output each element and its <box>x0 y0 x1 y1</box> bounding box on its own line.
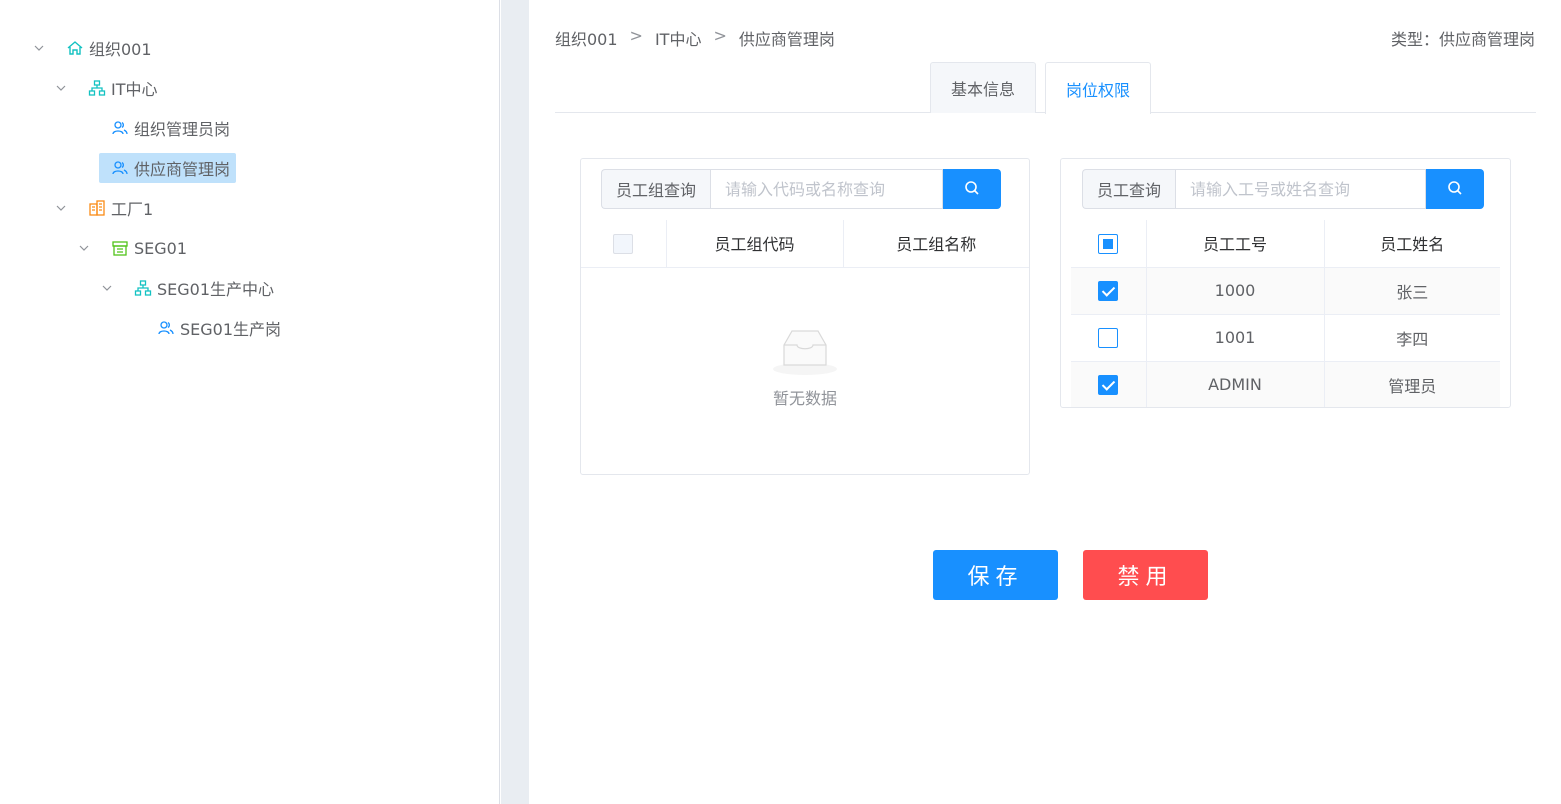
main-panel: 组织001 > IT中心 > 供应商管理岗 类型：供应商管理岗 基本信息 岗位权… <box>529 0 1561 804</box>
tree-node-seg01-production-post[interactable]: SEG01生产岗 <box>157 313 281 343</box>
chevron-down-icon[interactable] <box>100 281 114 295</box>
tree-node-label: SEG01生产岗 <box>180 320 282 339</box>
user-group-icon <box>111 159 129 177</box>
employee-search-button[interactable] <box>1426 169 1485 209</box>
tree-node-label: IT中心 <box>111 80 158 99</box>
employee-table: 员工工号 员工姓名 1000 张三 1001 李四 ADMIN 管理员 <box>1071 220 1500 407</box>
table-header-row: 员工工号 员工姓名 <box>1071 220 1500 268</box>
employee-id-cell: ADMIN <box>1146 361 1325 407</box>
tab-basic-info[interactable]: 基本信息 <box>930 62 1037 113</box>
column-header[interactable]: 员工工号 <box>1146 220 1325 268</box>
tree-node-seg01[interactable]: SEG01 <box>77 233 187 263</box>
post-type-label: 类型：供应商管理岗 <box>1390 30 1535 49</box>
save-button[interactable]: 保存 <box>933 550 1058 600</box>
tree-node-label: SEG01 <box>134 238 188 258</box>
breadcrumb-item[interactable]: 组织001 <box>555 26 618 50</box>
table-row[interactable]: ADMIN 管理员 <box>1071 361 1500 407</box>
tree-node-label: 工厂1 <box>111 200 154 219</box>
employee-group-panel: 员工组查询 员工组代码 员工组名称 暂无数据 <box>580 158 1030 475</box>
column-header[interactable]: 员工组名称 <box>843 220 1029 268</box>
row-checkbox[interactable] <box>1098 374 1119 395</box>
tree-node-label: 组织001 <box>89 40 152 59</box>
tab-bar: 基本信息 岗位权限 <box>555 62 1536 114</box>
chevron-down-icon[interactable] <box>32 41 46 55</box>
table-header-row: 员工组代码 员工组名称 <box>581 220 1029 268</box>
tree-node-org001[interactable]: 组织001 <box>32 33 152 63</box>
breadcrumb-item[interactable]: IT中心 <box>655 26 702 50</box>
row-select-cell <box>1071 314 1147 362</box>
breadcrumb-item: 供应商管理岗 <box>738 30 835 49</box>
employee-panel: 员工查询 员工工号 员工姓名 1000 张三 1001 李四 <box>1060 158 1511 408</box>
empty-inbox-icon <box>770 330 840 381</box>
search-prepend-label: 员工组查询 <box>601 169 711 209</box>
breadcrumb-separator: > <box>713 26 727 45</box>
select-all-cell <box>581 220 667 268</box>
user-group-icon <box>111 119 129 137</box>
factory-icon <box>88 199 106 217</box>
chevron-down-icon[interactable] <box>54 201 68 215</box>
employee-name-cell: 李四 <box>1324 314 1500 362</box>
select-all-checkbox <box>613 233 634 254</box>
employee-search: 员工查询 <box>1082 169 1485 209</box>
tree-node-label: SEG01生产中心 <box>157 280 275 299</box>
employee-id-cell: 1000 <box>1146 267 1325 315</box>
breadcrumb: 组织001 > IT中心 > 供应商管理岗 <box>555 26 835 50</box>
row-select-cell <box>1071 267 1147 315</box>
employee-name-cell: 管理员 <box>1324 361 1500 407</box>
column-header[interactable]: 员工组代码 <box>666 220 844 268</box>
row-select-cell <box>1071 361 1147 407</box>
select-all-checkbox[interactable] <box>1098 233 1119 254</box>
org-tree-panel: 组织001 IT中心 组织管理员岗 供应商管理岗 工厂1 SEG01 SEG01… <box>0 0 500 804</box>
chevron-down-icon[interactable] <box>54 81 68 95</box>
tree-node-supplier-post[interactable]: 供应商管理岗 <box>99 153 237 183</box>
search-prepend-label: 员工查询 <box>1082 169 1176 209</box>
table-row[interactable]: 1001 李四 <box>1071 314 1500 362</box>
search-icon <box>1447 180 1463 199</box>
breadcrumb-separator: > <box>629 26 643 45</box>
tab-post-permissions[interactable]: 岗位权限 <box>1045 62 1152 114</box>
select-all-cell <box>1071 220 1147 268</box>
user-group-icon <box>157 319 175 337</box>
tree-node-label: 组织管理员岗 <box>134 120 231 139</box>
employee-search-input[interactable] <box>1175 169 1427 209</box>
row-checkbox[interactable] <box>1098 280 1119 301</box>
employee-group-search-button[interactable] <box>943 169 1002 209</box>
chevron-down-icon[interactable] <box>77 241 91 255</box>
employee-group-table: 员工组代码 员工组名称 <box>581 220 1029 268</box>
empty-state: 暂无数据 <box>581 325 1029 409</box>
tree-node-seg01-production-center[interactable]: SEG01生产中心 <box>100 273 274 303</box>
employee-name-cell: 张三 <box>1324 267 1500 315</box>
org-chart-icon <box>134 279 152 297</box>
empty-text: 暂无数据 <box>772 389 837 408</box>
tree-node-label: 供应商管理岗 <box>134 160 231 179</box>
column-header[interactable]: 员工姓名 <box>1324 220 1500 268</box>
disable-button[interactable]: 禁用 <box>1083 550 1208 600</box>
org-chart-icon <box>88 79 106 97</box>
row-checkbox[interactable] <box>1098 327 1119 348</box>
store-icon <box>111 239 129 257</box>
tree-node-factory1[interactable]: 工厂1 <box>54 193 153 223</box>
tree-node-it-center[interactable]: IT中心 <box>54 73 158 103</box>
employee-group-search-input[interactable] <box>710 169 944 209</box>
search-icon <box>964 180 980 199</box>
tree-node-org-admin-post[interactable]: 组织管理员岗 <box>111 113 230 143</box>
home-icon <box>66 39 84 57</box>
panel-divider[interactable] <box>501 0 529 804</box>
table-row[interactable]: 1000 张三 <box>1071 267 1500 315</box>
employee-group-search: 员工组查询 <box>601 169 1002 209</box>
employee-id-cell: 1001 <box>1146 314 1325 362</box>
